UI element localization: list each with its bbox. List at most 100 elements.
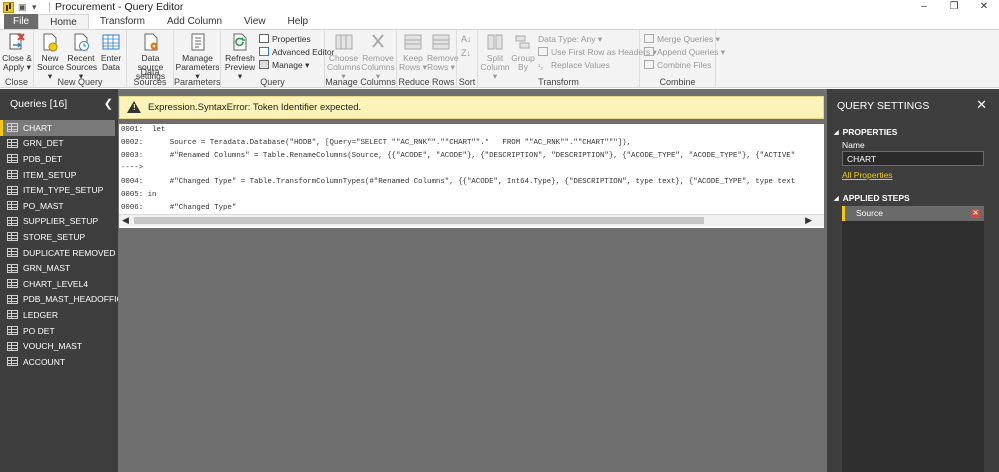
horizontal-scrollbar[interactable]: ◀ ▶ [119, 214, 824, 226]
tab-help[interactable]: Help [277, 14, 320, 29]
table-icon [7, 248, 18, 258]
save-icon[interactable]: ▣ [18, 2, 28, 12]
query-item[interactable]: VOUCH_MAST [0, 338, 118, 354]
query-item[interactable]: PDB_DET [0, 151, 118, 167]
manage-icon [259, 60, 269, 69]
query-name-input[interactable]: CHART [842, 151, 984, 166]
remove-columns-icon [372, 34, 384, 48]
query-item-label: ITEM_TYPE_SETUP [23, 185, 104, 196]
query-item[interactable]: ITEM_TYPE_SETUP [0, 182, 118, 198]
manage-parameters-icon [191, 33, 204, 51]
collapse-queries-icon[interactable]: ❮ [104, 97, 113, 110]
code-line: 0003: #"Renamed Columns" = Table.RenameC… [121, 152, 796, 160]
first-row-icon [538, 47, 548, 56]
tab-home[interactable]: Home [38, 14, 89, 29]
code-line: 0005: in [121, 191, 157, 199]
query-item[interactable]: DUPLICATE REMOVED [0, 245, 118, 261]
close-window-button[interactable]: ✕ [969, 0, 999, 14]
manage-button[interactable]: Manage ▾ [259, 59, 309, 71]
choose-columns-button[interactable]: Choose Columns ▾ [327, 32, 361, 81]
advanced-editor-icon [259, 47, 269, 56]
scroll-right-icon[interactable]: ▶ [805, 215, 812, 226]
query-item-label: CHART [23, 122, 53, 133]
tab-view[interactable]: View [233, 14, 277, 29]
properties-section[interactable]: ◢ PROPERTIES [834, 127, 897, 137]
all-properties-link[interactable]: All Properties [842, 170, 893, 180]
power-bi-icon [3, 1, 14, 13]
combine-files-button[interactable]: Combine Files [644, 59, 711, 71]
advanced-editor-button[interactable]: Advanced Editor [259, 46, 334, 58]
code-line: 0002: Source = Teradata.Database("HODB",… [121, 139, 632, 147]
remove-rows-icon [432, 34, 450, 50]
group-by-button[interactable]: Group By [511, 32, 535, 72]
minimize-button[interactable]: – [909, 0, 939, 14]
title-bar: ▣ ▾ Procurement - Query Editor [0, 0, 999, 14]
scrollbar-thumb[interactable] [134, 217, 704, 224]
query-settings-pane: QUERY SETTINGS ✕ ◢ PROPERTIES Name CHART … [827, 89, 999, 472]
delete-step-icon[interactable]: ✕ [971, 209, 980, 218]
recent-sources-icon [74, 33, 89, 51]
replace-values-button[interactable]: ¹₂ Replace Values [538, 59, 610, 71]
new-source-button[interactable]: New Source ▾ [37, 32, 64, 81]
new-source-icon [43, 33, 58, 52]
properties-title: PROPERTIES [842, 127, 898, 137]
scroll-left-icon[interactable]: ◀ [122, 215, 129, 226]
append-queries-button[interactable]: Append Queries ▾ [644, 46, 725, 58]
tab-add-column[interactable]: Add Column [156, 14, 233, 29]
tab-transform[interactable]: Transform [89, 14, 156, 29]
ribbon: Close & Apply ▾ Close New Source ▾ Recen… [0, 29, 999, 88]
query-item[interactable]: STORE_SETUP [0, 229, 118, 245]
manage-columns-group-label: Manage Columns [325, 77, 396, 87]
query-item[interactable]: CHART [0, 120, 115, 136]
code-line-arrow: ----> [121, 164, 144, 172]
applied-step-item[interactable]: Source ✕ [842, 206, 984, 221]
close-apply-label2: Apply ▾ [3, 62, 31, 72]
enter-data-button[interactable]: Enter Data [98, 32, 124, 72]
recent-sources-button[interactable]: Recent Sources ▾ [66, 32, 97, 81]
query-item[interactable]: SUPPLIER_SETUP [0, 214, 118, 230]
query-item-label: LEDGER [23, 309, 58, 320]
close-settings-icon[interactable]: ✕ [976, 97, 987, 113]
table-icon [7, 326, 18, 336]
remove-rows-button[interactable]: Remove Rows ▾ [427, 32, 459, 72]
query-item[interactable]: LEDGER [0, 307, 118, 323]
data-type-dropdown[interactable]: Data Type: Any ▾ [538, 33, 602, 45]
merge-queries-button[interactable]: Merge Queries ▾ [644, 33, 720, 45]
manage-columns-group: Choose Columns ▾ Remove Columns ▾ Manage… [325, 30, 397, 88]
query-item[interactable]: GRN_MAST [0, 260, 118, 276]
split-column-icon [487, 34, 503, 50]
queries-title: Queries [16] [10, 98, 68, 110]
query-item[interactable]: ACCOUNT [0, 354, 118, 370]
query-item[interactable]: PDB_MAST_HEADOFFICE [0, 292, 128, 308]
query-item[interactable]: PO_MAST [0, 198, 118, 214]
query-item[interactable]: GRN_DET [0, 136, 118, 152]
query-item[interactable]: PO DET [0, 323, 118, 339]
close-apply-button[interactable]: Close & Apply ▾ [2, 32, 32, 72]
customize-quick-access-icon[interactable]: ▾ [32, 2, 42, 12]
sort-ascending-icon[interactable]: A↓ [461, 33, 472, 45]
tab-file[interactable]: File [4, 14, 39, 29]
reduce-rows-group: Keep Rows ▾ Remove Rows ▾ Reduce Rows [397, 30, 459, 88]
group-by-label2: By [518, 62, 528, 72]
query-item[interactable]: CHART_LEVEL4 [0, 276, 118, 292]
append-queries-icon [644, 47, 654, 56]
formula-editor[interactable]: 0001: let 0002: Source = Teradata.Databa… [119, 124, 824, 228]
properties-button[interactable]: Properties [259, 33, 311, 45]
query-item[interactable]: ITEM_SETUP [0, 167, 118, 183]
split-column-button[interactable]: Split Column ▾ [480, 32, 510, 81]
combine-group-label: Combine [659, 77, 696, 87]
query-item-label: GRN_MAST [23, 263, 71, 274]
use-first-row-headers-button[interactable]: Use First Row as Headers ▾ [538, 46, 657, 58]
keep-rows-button[interactable]: Keep Rows ▾ [399, 32, 427, 72]
applied-steps-section[interactable]: ◢ APPLIED STEPS [834, 193, 910, 203]
sort-descending-icon[interactable]: Z↓ [461, 47, 471, 59]
query-item-label: SUPPLIER_SETUP [23, 216, 99, 227]
data-source-settings-icon [144, 33, 157, 51]
manage-parameters-button[interactable]: Manage Parameters ▾ [175, 32, 220, 81]
refresh-preview-button[interactable]: Refresh Preview ▾ [223, 32, 257, 81]
restore-button[interactable]: ❐ [939, 0, 969, 14]
append-queries-label: Append Queries ▾ [657, 47, 726, 57]
keep-rows-icon [404, 34, 422, 50]
remove-columns-button[interactable]: Remove Columns ▾ [361, 32, 395, 81]
applied-steps-title: APPLIED STEPS [842, 193, 910, 203]
